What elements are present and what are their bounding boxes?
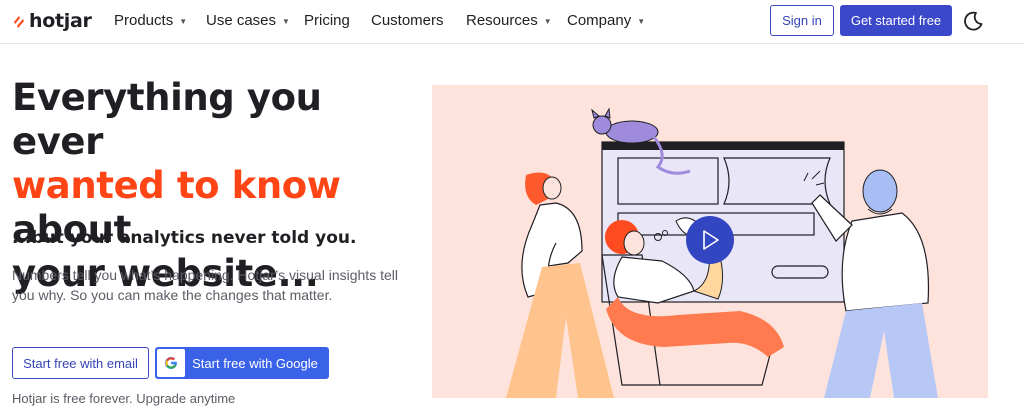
nav-company-label: Company xyxy=(567,12,632,29)
top-navbar: hotjar Products ▼ Use cases ▼ Pricing Cu… xyxy=(0,0,1024,44)
headline-accent: wanted to know xyxy=(12,164,341,207)
nav-company[interactable]: Company ▼ xyxy=(567,12,645,29)
get-started-free-button[interactable]: Get started free xyxy=(840,5,952,36)
hotjar-flame-icon xyxy=(14,16,24,28)
start-free-email-button[interactable]: Start free with email xyxy=(12,347,149,379)
nav-use-cases-label: Use cases xyxy=(206,12,277,29)
nav-use-cases[interactable]: Use cases ▼ xyxy=(206,12,290,29)
nav-products-label: Products xyxy=(114,12,174,29)
nav-pricing-label: Pricing xyxy=(304,12,350,29)
google-g-icon xyxy=(165,356,177,369)
chevron-down-icon: ▼ xyxy=(637,17,646,26)
nav-pricing[interactable]: Pricing xyxy=(304,12,350,29)
google-button-label: Start free with Google xyxy=(192,355,318,371)
chevron-down-icon: ▼ xyxy=(179,17,188,26)
brand-name: hotjar xyxy=(29,10,92,32)
nav-products[interactable]: Products ▼ xyxy=(114,12,187,29)
headline-line-1: Everything you ever xyxy=(12,76,322,163)
hero-description: Numbers tell you what’s happening. Hotja… xyxy=(12,267,398,303)
free-forever-note: Hotjar is free forever. Upgrade anytime xyxy=(12,391,236,406)
nav-resources-label: Resources xyxy=(466,12,538,29)
hero-headline: Everything you ever wanted to know about… xyxy=(12,76,422,296)
nav-customers-label: Customers xyxy=(371,12,444,29)
hero-subheadline: ...but your analytics never told you. xyxy=(12,228,357,248)
sign-in-button[interactable]: Sign in xyxy=(770,5,834,36)
google-logo-box xyxy=(157,349,185,377)
chevron-down-icon: ▼ xyxy=(282,17,290,26)
hero-illustration xyxy=(432,85,988,398)
chevron-down-icon: ▼ xyxy=(543,17,552,26)
start-free-google-button[interactable]: Start free with Google xyxy=(155,347,329,379)
nav-customers[interactable]: Customers xyxy=(371,12,444,29)
nav-resources[interactable]: Resources ▼ xyxy=(466,12,552,29)
hotjar-logo[interactable]: hotjar xyxy=(12,9,92,33)
moon-icon[interactable] xyxy=(962,10,984,32)
play-video-button[interactable] xyxy=(686,216,734,264)
